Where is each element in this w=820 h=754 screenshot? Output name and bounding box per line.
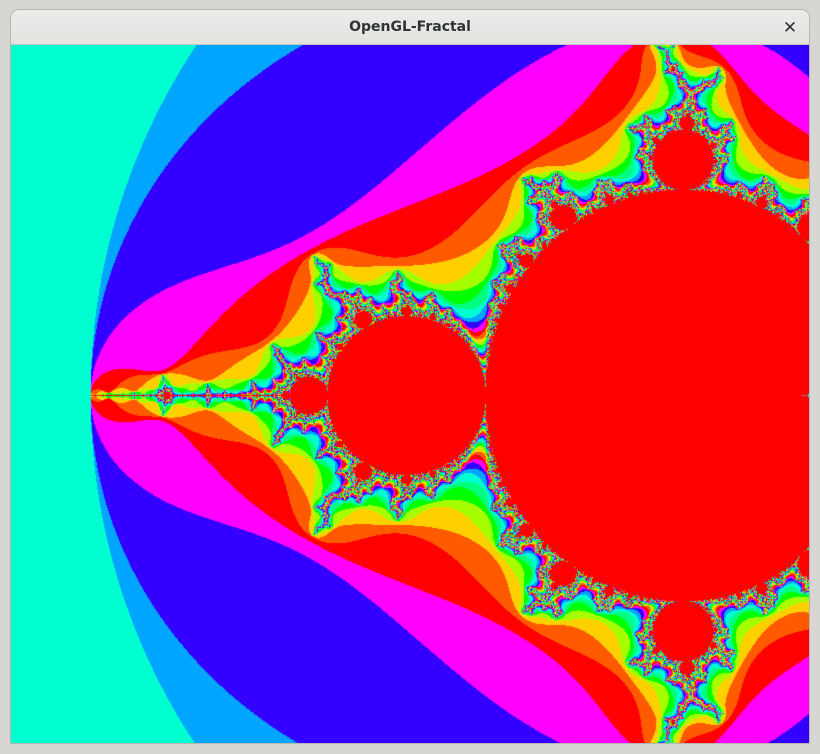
fractal-viewport[interactable]	[11, 45, 809, 743]
title-bar[interactable]: OpenGL-Fractal ✕	[11, 10, 809, 45]
close-icon[interactable]: ✕	[778, 16, 802, 40]
mandelbrot-canvas[interactable]	[11, 45, 809, 743]
app-window: OpenGL-Fractal ✕	[10, 9, 810, 744]
window-title: OpenGL-Fractal	[349, 19, 471, 35]
